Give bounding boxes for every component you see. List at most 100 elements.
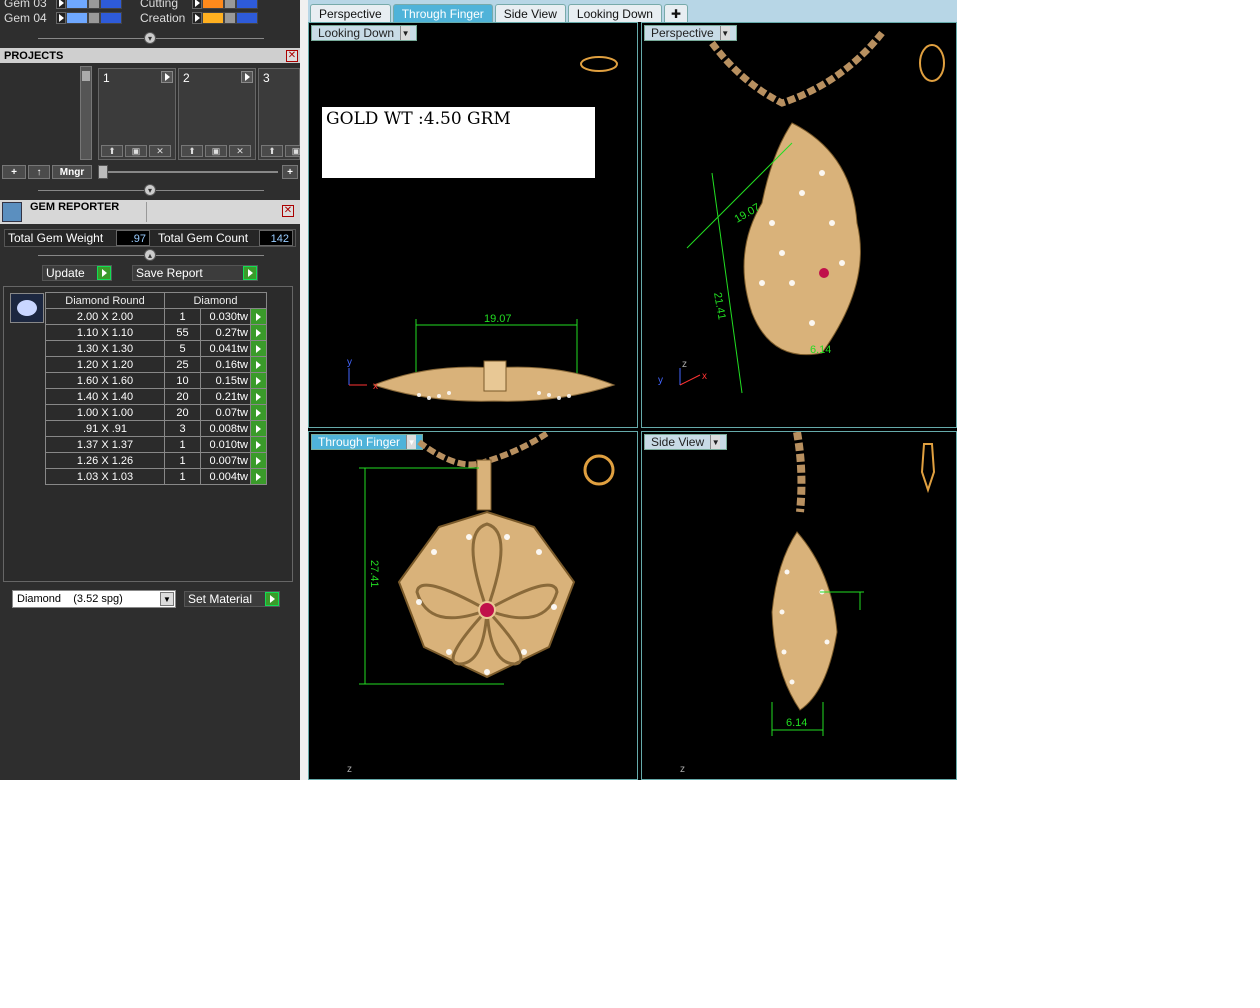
zoom-slider[interactable] — [98, 171, 278, 173]
zoom-in-button[interactable]: + — [282, 165, 298, 179]
gem-count: 3 — [164, 420, 201, 437]
gem-weight: 0.21tw — [200, 388, 251, 405]
visibility-toggle[interactable] — [100, 0, 122, 9]
gem-weight: 0.07tw — [200, 404, 251, 421]
delete-icon[interactable]: ✕ — [149, 145, 171, 157]
select-row-icon[interactable] — [250, 388, 267, 405]
up-icon[interactable]: ⬆ — [101, 145, 123, 157]
save-icon[interactable]: ▣ — [125, 145, 147, 157]
gem-weight: 0.008tw — [200, 420, 251, 437]
zoom-slider-handle[interactable] — [98, 165, 108, 179]
gem-label: Gem 03 — [4, 0, 47, 10]
gem-weight: 0.27tw — [200, 324, 251, 341]
expand-arrow-icon[interactable] — [192, 0, 202, 9]
visibility-toggle[interactable] — [236, 12, 258, 24]
collapse-toggle-icon[interactable]: ▾ — [144, 32, 156, 44]
gem-count: 20 — [164, 404, 201, 421]
move-up-button[interactable]: ↑ — [28, 165, 50, 179]
lock-icon[interactable] — [224, 12, 236, 24]
gem-size: 1.00 X 1.00 — [45, 404, 165, 421]
close-icon[interactable]: ✕ — [286, 50, 298, 62]
color-swatch[interactable] — [202, 12, 224, 24]
material-select[interactable]: Diamond (3.52 spg) ▼ — [12, 590, 176, 608]
project-slot[interactable]: 3 ⬆ ▣ — [258, 68, 307, 160]
tab-side-view[interactable]: Side View — [494, 4, 566, 22]
expand-arrow-icon[interactable] — [56, 0, 66, 9]
select-row-icon[interactable] — [250, 372, 267, 389]
looking-down-render: 19.07 y x — [347, 56, 618, 402]
lock-icon[interactable] — [88, 0, 100, 9]
table-row[interactable]: 1.40 X 1.40 20 0.21tw — [45, 388, 267, 405]
table-row[interactable]: 2.00 X 2.00 1 0.030tw — [45, 308, 267, 325]
play-arrow-icon[interactable] — [241, 71, 253, 83]
through-finger-render: 27.41 z — [347, 432, 615, 775]
select-row-icon[interactable] — [250, 420, 267, 437]
up-icon[interactable]: ⬆ — [261, 145, 283, 157]
table-row[interactable]: 1.10 X 1.10 55 0.27tw — [45, 324, 267, 341]
select-row-icon[interactable] — [250, 436, 267, 453]
select-row-icon[interactable] — [250, 356, 267, 373]
collapse-toggle-icon[interactable]: ▴ — [144, 249, 156, 261]
visibility-toggle[interactable] — [100, 12, 122, 24]
viewport-side-view[interactable]: Side View ▼ 6.14 z — [641, 431, 957, 780]
select-row-icon[interactable] — [250, 452, 267, 469]
select-row-icon[interactable] — [250, 324, 267, 341]
gem-count: 55 — [164, 324, 201, 341]
expand-arrow-icon[interactable] — [56, 12, 66, 24]
panel-splitter[interactable] — [300, 0, 308, 780]
table-row[interactable]: 1.00 X 1.00 20 0.07tw — [45, 404, 267, 421]
table-row[interactable]: 1.20 X 1.20 25 0.16tw — [45, 356, 267, 373]
table-row[interactable]: 1.37 X 1.37 1 0.010tw — [45, 436, 267, 453]
gem-size: 1.20 X 1.20 — [45, 356, 165, 373]
gem-row-03[interactable]: Gem 03 Cutting — [4, 0, 300, 10]
projects-scrollbar[interactable] — [80, 66, 92, 160]
slot-number: 2 — [183, 71, 190, 85]
table-row[interactable]: 1.03 X 1.03 1 0.004tw — [45, 468, 267, 485]
chevron-down-icon[interactable]: ▼ — [160, 592, 174, 606]
manager-button[interactable]: Mngr — [52, 165, 92, 179]
gem-weight: 0.15tw — [200, 372, 251, 389]
gem-row-04[interactable]: Gem 04 Creation — [4, 11, 300, 25]
color-swatch[interactable] — [66, 0, 88, 9]
delete-icon[interactable]: ✕ — [229, 145, 251, 157]
viewport-looking-down[interactable]: Looking Down ▼ GOLD WT :4.50 GRM 19.07 y… — [308, 22, 638, 428]
lock-icon[interactable] — [224, 0, 236, 9]
visibility-toggle[interactable] — [236, 0, 258, 9]
viewport-perspective[interactable]: Perspective ▼ 19.07 21.41 6.14 z y x — [641, 22, 957, 428]
play-arrow-icon[interactable] — [161, 71, 173, 83]
close-icon[interactable]: ✕ — [282, 205, 294, 217]
tab-perspective[interactable]: Perspective — [310, 4, 391, 22]
select-row-icon[interactable] — [250, 468, 267, 485]
table-row[interactable]: .91 X .91 3 0.008tw — [45, 420, 267, 437]
gem-size: 1.37 X 1.37 — [45, 436, 165, 453]
color-swatch[interactable] — [66, 12, 88, 24]
gem-table: Diamond Round Diamond 2.00 X 2.00 1 0.030t… — [45, 292, 267, 485]
table-row[interactable]: 1.60 X 1.60 10 0.15tw — [45, 372, 267, 389]
select-row-icon[interactable] — [250, 340, 267, 357]
select-row-icon[interactable] — [250, 404, 267, 421]
ring-icon — [920, 443, 936, 494]
gem-count: 5 — [164, 340, 201, 357]
expand-arrow-icon[interactable] — [192, 12, 202, 24]
add-tab-icon[interactable]: ✚ — [663, 4, 689, 22]
table-row[interactable]: 1.30 X 1.30 5 0.041tw — [45, 340, 267, 357]
project-slot[interactable]: 2 ⬆ ▣ ✕ — [178, 68, 256, 160]
add-project-button[interactable]: + — [2, 165, 26, 179]
ring-icon — [919, 44, 945, 82]
project-slot[interactable]: 1 ⬆ ▣ ✕ — [98, 68, 176, 160]
tab-looking-down[interactable]: Looking Down — [567, 4, 662, 22]
gem-weight: 0.030tw — [200, 308, 251, 325]
table-row[interactable]: 1.26 X 1.26 1 0.007tw — [45, 452, 267, 469]
save-icon[interactable]: ▣ — [205, 145, 227, 157]
update-button[interactable]: Update — [42, 265, 112, 281]
tab-through-finger[interactable]: Through Finger — [392, 4, 493, 22]
set-material-button[interactable]: Set Material — [184, 591, 280, 607]
color-swatch[interactable] — [202, 0, 224, 9]
save-report-button[interactable]: Save Report — [132, 265, 258, 281]
lock-icon[interactable] — [88, 12, 100, 24]
select-row-icon[interactable] — [250, 308, 267, 325]
up-icon[interactable]: ⬆ — [181, 145, 203, 157]
viewport-through-finger[interactable]: Through Finger ▼ 27.41 z — [308, 431, 638, 780]
collapse-toggle-icon[interactable]: ▾ — [144, 184, 156, 196]
layer-label: Cutting — [140, 0, 179, 10]
